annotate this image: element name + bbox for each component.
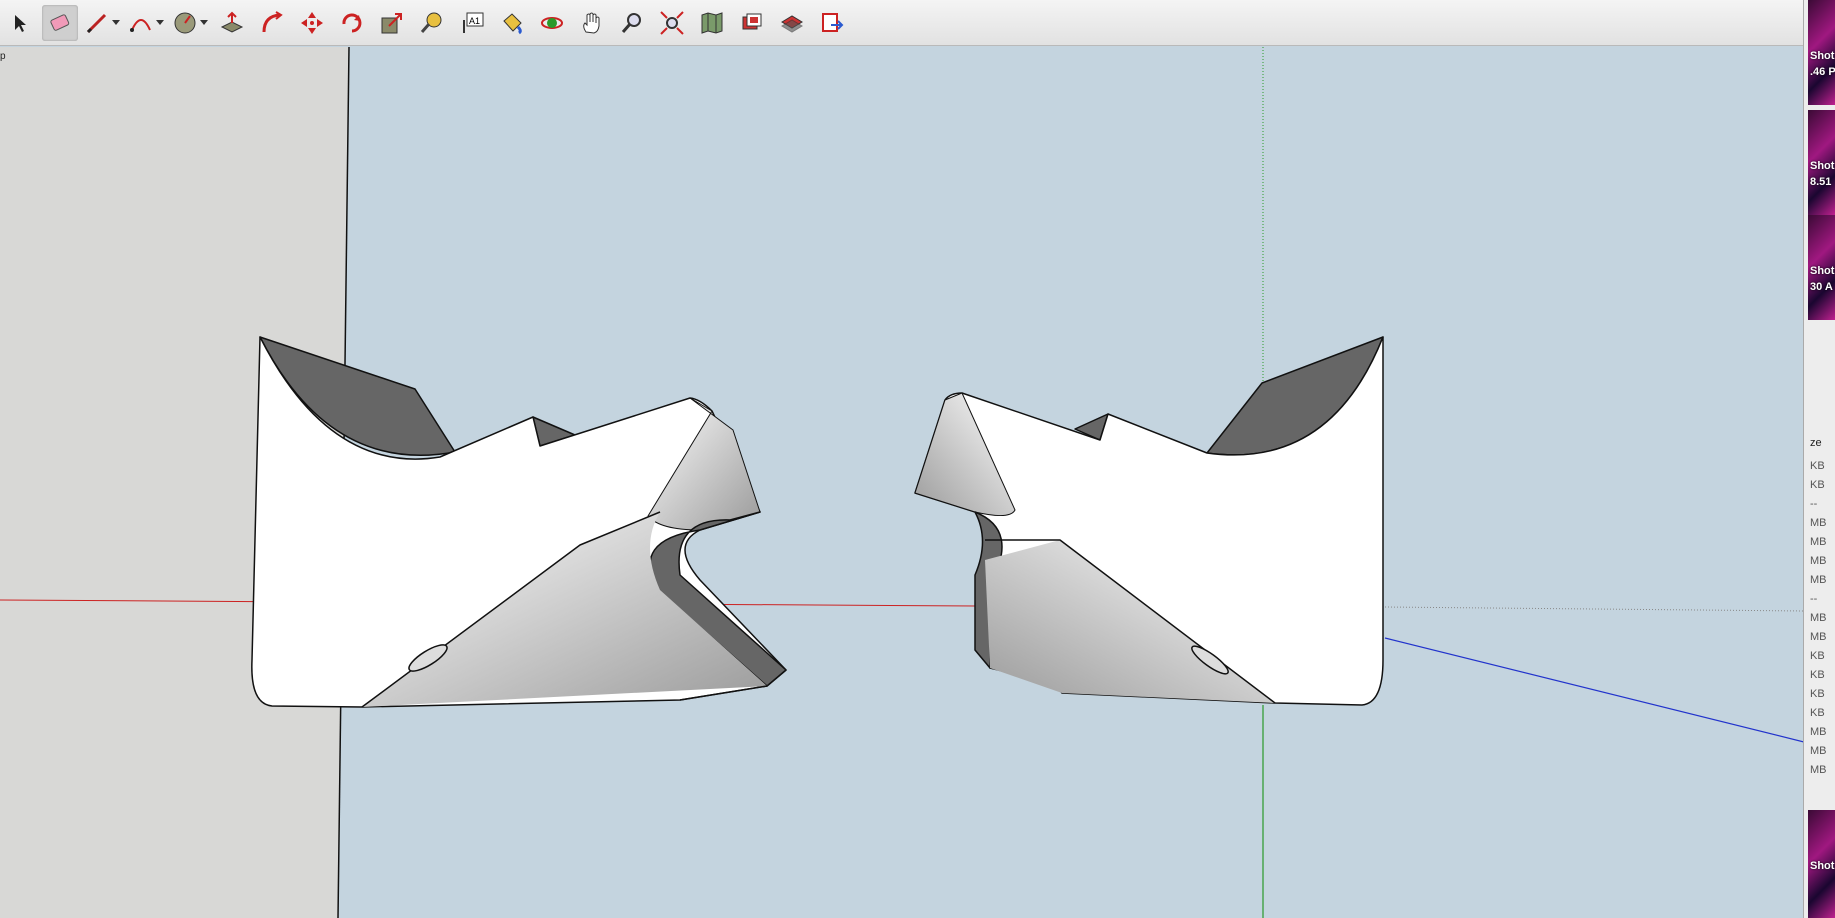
arc-tool-button[interactable]	[126, 5, 166, 41]
components-tool-button[interactable]	[734, 5, 770, 41]
arc-icon	[128, 10, 154, 36]
modeling-viewport[interactable]	[0, 47, 1804, 918]
screenshot-title: Shot	[1810, 860, 1835, 872]
file-size-cell: MB	[1810, 745, 1827, 757]
eraser-tool-button[interactable]	[42, 4, 78, 41]
file-size-cell: MB	[1810, 764, 1827, 776]
file-size-cell: KB	[1810, 669, 1825, 681]
file-size-cell: MB	[1810, 517, 1827, 529]
left-bracket-model[interactable]	[251, 336, 787, 708]
file-size-cell: MB	[1810, 612, 1827, 624]
screenshot-title: Shot	[1810, 50, 1835, 62]
push-pull-icon	[219, 10, 245, 36]
screenshot-title: Shot	[1810, 265, 1835, 277]
select-tool-button[interactable]	[2, 5, 38, 41]
eraser-icon	[47, 10, 73, 36]
screenshot-time: 8.51	[1810, 176, 1832, 188]
chevron-down-icon[interactable]	[200, 20, 208, 25]
background-app-sidebar: Shot .46 P Shot 8.51 Shot 30 A Shot ze KB KB -- MB M…	[1803, 0, 1835, 918]
follow-me-icon	[259, 10, 285, 36]
zoom-tool-button[interactable]	[614, 5, 650, 41]
file-size-cell: MB	[1810, 631, 1827, 643]
rotate-tool-button[interactable]	[334, 5, 370, 41]
extension-tool-button[interactable]	[774, 5, 810, 41]
tape-measure-icon	[419, 10, 445, 36]
svg-text:A1: A1	[469, 16, 480, 26]
rotate-icon	[339, 10, 365, 36]
screenshot-time: .46 P	[1810, 66, 1835, 78]
zoom-extents-tool-button[interactable]	[654, 5, 690, 41]
pencil-icon	[84, 10, 110, 36]
scale-icon	[379, 10, 405, 36]
orbit-icon	[539, 10, 565, 36]
file-size-cell: MB	[1810, 574, 1827, 586]
tape-measure-tool-button[interactable]	[414, 5, 450, 41]
send-icon	[819, 10, 845, 36]
file-size-cell: MB	[1810, 726, 1827, 738]
paint-bucket-icon	[499, 10, 525, 36]
arrow-cursor-icon	[12, 13, 28, 33]
scale-tool-button[interactable]	[374, 5, 410, 41]
screenshot-time: 30 A	[1810, 281, 1833, 293]
file-size-cell: KB	[1810, 460, 1825, 472]
file-size-cell: --	[1810, 593, 1818, 605]
components-icon	[739, 10, 765, 36]
screenshot-title: Shot	[1810, 160, 1835, 172]
pan-tool-button[interactable]	[574, 5, 610, 41]
chevron-down-icon[interactable]	[112, 20, 120, 25]
file-size-cell: KB	[1810, 688, 1825, 700]
file-size-cell: KB	[1810, 479, 1825, 491]
extension-icon	[779, 10, 805, 36]
circle-tool-button[interactable]	[170, 5, 210, 41]
follow-me-tool-button[interactable]	[254, 5, 290, 41]
text-tool-button[interactable]: A1	[454, 5, 490, 41]
send-tool-button[interactable]	[814, 5, 850, 41]
move-tool-button[interactable]	[294, 5, 330, 41]
warehouse-tool-button[interactable]	[694, 5, 730, 41]
circle-icon	[172, 10, 198, 36]
file-size-cell: MB	[1810, 536, 1827, 548]
line-tool-button[interactable]	[82, 5, 122, 41]
move-icon	[299, 10, 325, 36]
file-size-cell: MB	[1810, 555, 1827, 567]
magnifier-icon	[619, 10, 645, 36]
right-bracket-model[interactable]	[914, 336, 1384, 706]
paint-bucket-tool-button[interactable]	[494, 5, 530, 41]
text-icon: A1	[459, 10, 485, 36]
tray-label: p	[0, 51, 6, 62]
blue-axis-line	[1384, 637, 1804, 743]
red-axis-dotted	[1384, 606, 1804, 612]
file-size-cell: --	[1810, 498, 1818, 510]
map-icon	[699, 10, 725, 36]
file-size-cell: KB	[1810, 650, 1825, 662]
chevron-down-icon[interactable]	[156, 20, 164, 25]
hand-icon	[579, 10, 605, 36]
orbit-tool-button[interactable]	[534, 5, 570, 41]
file-size-cell: KB	[1810, 707, 1825, 719]
push-pull-tool-button[interactable]	[214, 5, 250, 41]
main-toolbar: A1	[0, 0, 1804, 46]
zoom-extents-icon	[659, 10, 685, 36]
size-column-header[interactable]: ze	[1810, 437, 1822, 449]
